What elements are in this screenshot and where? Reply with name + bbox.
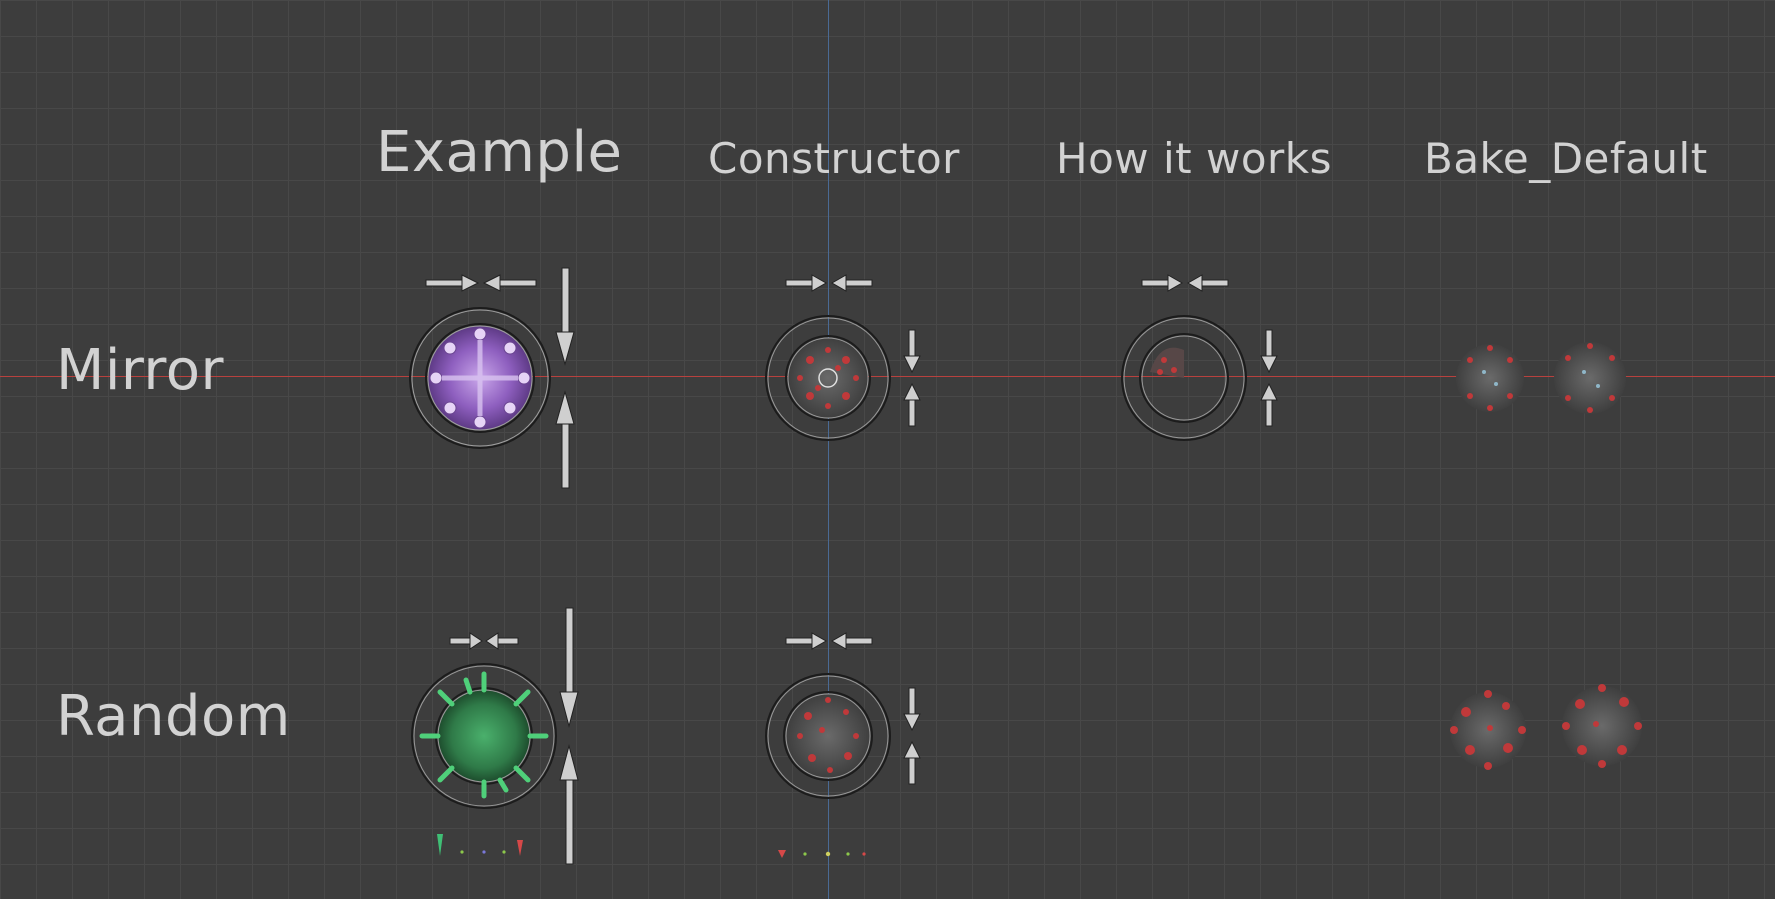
mirror-constructor-width-gizmo[interactable] — [785, 274, 873, 292]
random-constructor-emitter-markers — [778, 850, 866, 858]
mirror-baked-object-1[interactable] — [1456, 344, 1524, 412]
how-it-works-width-gizmo[interactable] — [1141, 274, 1229, 292]
mirror-baked-object-2[interactable] — [1554, 342, 1626, 414]
mirror-constructor-height-gizmo[interactable] — [903, 329, 921, 427]
mirror-constructor-object[interactable] — [765, 315, 891, 441]
random-example-emitter-markers — [437, 834, 523, 856]
random-constructor-width-gizmo[interactable] — [785, 632, 873, 650]
mirror-example-height-gizmo[interactable] — [555, 267, 575, 489]
mirror-example-width-gizmo[interactable] — [425, 274, 537, 292]
how-it-works-height-gizmo[interactable] — [1260, 329, 1278, 427]
random-example-height-gizmo[interactable] — [559, 607, 579, 865]
viewport-scene — [409, 267, 1642, 865]
random-constructor-object[interactable] — [765, 673, 891, 799]
random-constructor-height-gizmo[interactable] — [903, 687, 921, 785]
random-example-width-gizmo[interactable] — [449, 632, 519, 650]
mirror-example-object[interactable] — [409, 307, 551, 449]
random-example-object[interactable] — [411, 663, 557, 809]
random-baked-object-2[interactable] — [1562, 684, 1642, 768]
random-baked-object-1[interactable] — [1450, 690, 1526, 770]
mirror-how-it-works-object[interactable] — [1121, 315, 1247, 441]
